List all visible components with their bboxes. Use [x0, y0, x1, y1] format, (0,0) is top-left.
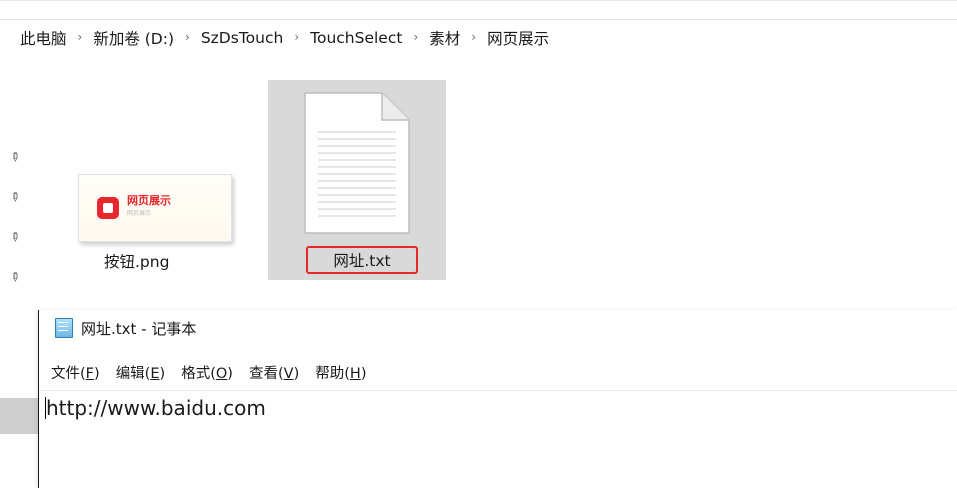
- menu-edit[interactable]: 编辑(E): [116, 362, 166, 383]
- address-bar: 此电脑 › 新加卷 (D:) › SzDsTouch › TouchSelect…: [0, 0, 957, 61]
- pin-icon[interactable]: ✎: [7, 268, 24, 285]
- thumbnail-subtitle: 网页展示: [127, 210, 152, 217]
- breadcrumb-this-pc[interactable]: 此电脑: [20, 27, 67, 49]
- menu-format[interactable]: 格式(O): [181, 362, 233, 383]
- chevron-right-icon[interactable]: ›: [294, 30, 299, 44]
- menu-help[interactable]: 帮助(H): [315, 362, 366, 383]
- chevron-right-icon[interactable]: ›: [185, 30, 190, 44]
- thumbnail-title: 网页展示: [127, 194, 171, 207]
- menu-file[interactable]: 文件(F): [51, 362, 100, 383]
- pin-icon[interactable]: ✎: [7, 228, 24, 245]
- address-bar-divider: [0, 19, 957, 20]
- breadcrumb-sucai[interactable]: 素材: [429, 27, 460, 49]
- notepad-icon: [55, 318, 73, 338]
- pin-icon[interactable]: ✎: [7, 188, 24, 205]
- breadcrumb-szdstouch[interactable]: SzDsTouch: [201, 29, 283, 47]
- breadcrumb-drive-d[interactable]: 新加卷 (D:): [93, 27, 174, 49]
- file-name-label[interactable]: 按钮.png: [104, 250, 169, 272]
- notepad-titlebar[interactable]: 网址.txt - 记事本: [55, 310, 196, 346]
- png-thumbnail[interactable]: 网页展示 网页展示: [78, 174, 232, 242]
- chevron-right-icon[interactable]: ›: [78, 30, 83, 44]
- menu-divider: [39, 390, 957, 391]
- breadcrumb: 此电脑 › 新加卷 (D:) › SzDsTouch › TouchSelect…: [20, 26, 549, 50]
- explorer-scroll-segment[interactable]: [0, 398, 38, 434]
- app-logo-icon: [97, 197, 119, 219]
- text-document-icon[interactable]: [304, 92, 410, 234]
- notepad-title: 网址.txt - 记事本: [81, 319, 197, 338]
- file-name-label-highlighted[interactable]: 网址.txt: [306, 246, 418, 274]
- menu-view[interactable]: 查看(V): [249, 362, 299, 383]
- notepad-text-area[interactable]: http://www.baidu.com: [45, 396, 266, 420]
- notepad-window: 网址.txt - 记事本 文件(F) 编辑(E) 格式(O) 查看(V) 帮助(…: [38, 310, 957, 488]
- notepad-menu-bar: 文件(F) 编辑(E) 格式(O) 查看(V) 帮助(H): [51, 362, 366, 383]
- pin-icon[interactable]: ✎: [7, 148, 24, 165]
- chevron-right-icon[interactable]: ›: [471, 30, 476, 44]
- breadcrumb-touchselect[interactable]: TouchSelect: [310, 29, 402, 47]
- notepad-content[interactable]: http://www.baidu.com: [46, 396, 266, 420]
- chevron-right-icon[interactable]: ›: [413, 30, 418, 44]
- breadcrumb-current-folder[interactable]: 网页展示: [487, 27, 549, 49]
